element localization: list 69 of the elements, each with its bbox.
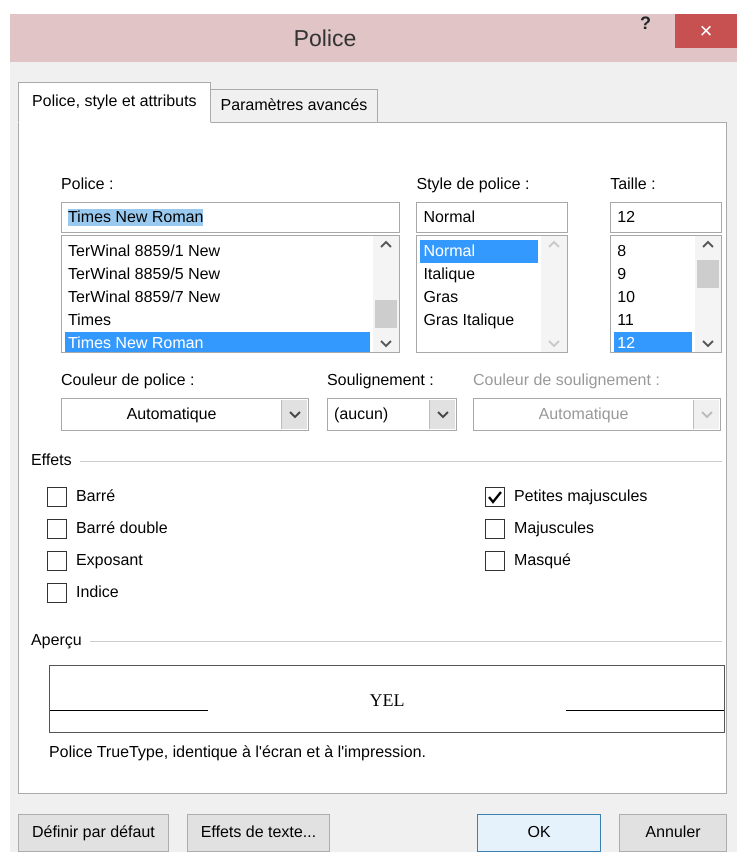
field-label: Soulignement :: [327, 371, 435, 391]
list-item[interactable]: 10: [614, 286, 692, 309]
field-text: Normal: [423, 209, 475, 226]
field-label: Police :: [61, 175, 114, 195]
checkbox-label: Exposant: [76, 551, 143, 571]
dropdown[interactable]: Automatique: [61, 398, 309, 431]
scrollbar-thumb[interactable]: [697, 260, 719, 288]
dialog-button[interactable]: Annuler: [619, 814, 727, 852]
dialog-button[interactable]: Définir par défaut: [18, 814, 169, 852]
checkbox[interactable]: [47, 519, 67, 539]
list-item[interactable]: TerWinal 8859/1 New: [65, 240, 370, 263]
field-text: 12: [617, 209, 635, 226]
help-button[interactable]: ?: [640, 14, 651, 32]
input-field[interactable]: 12: [610, 202, 722, 233]
dropdown-caret-icon: [700, 410, 712, 418]
input-field[interactable]: Times New Roman: [61, 202, 400, 233]
checkbox-label: Petites majuscules: [514, 487, 648, 507]
scroll-down-icon: [380, 340, 392, 348]
scrollbar-thumb[interactable]: [375, 300, 398, 328]
list-box[interactable]: 8 9 10 11 12: [610, 235, 722, 353]
window-title: Police: [292, 24, 358, 53]
checkbox[interactable]: [47, 487, 67, 507]
dialog-button[interactable]: OK: [477, 814, 601, 852]
checkbox-label: Indice: [76, 583, 119, 603]
list-item[interactable]: Gras Italique: [420, 309, 538, 332]
checkbox-label: Barré: [76, 487, 116, 507]
checkbox-label: Masqué: [514, 551, 571, 571]
field-label: Taille :: [610, 175, 657, 195]
tab[interactable]: Police, style et attributs: [18, 82, 211, 123]
checkmark-icon: [486, 490, 503, 504]
tab[interactable]: Paramètres avancés: [210, 89, 378, 123]
scroll-up-icon: [702, 240, 714, 248]
list-item[interactable]: 8: [614, 240, 692, 263]
scroll-down-icon: [702, 340, 714, 348]
input-field[interactable]: Normal: [416, 202, 568, 233]
scrollbar[interactable]: [373, 236, 400, 352]
checkbox[interactable]: [47, 583, 67, 603]
checkbox[interactable]: [47, 551, 67, 571]
preview-note: Police TrueType, identique à l'écran et à l'impression.: [49, 743, 427, 763]
list-box[interactable]: Normal Italique Gras Gras Italique: [416, 235, 568, 353]
list-item[interactable]: TerWinal 8859/7 New: [65, 286, 370, 309]
field-label: Couleur de soulignement :: [473, 371, 661, 391]
dropdown-caret-icon: [288, 410, 300, 418]
list-box[interactable]: TerWinal 8859/1 New TerWinal 8859/5 New TerWinal 8859/7 New Times Times New Roman: [61, 235, 400, 353]
dialog-button[interactable]: Effets de texte...: [186, 814, 330, 852]
list-item[interactable]: Times: [65, 309, 370, 332]
field-text: Times New Roman: [68, 209, 204, 226]
checkbox[interactable]: [484, 519, 505, 539]
list-item[interactable]: 9: [614, 263, 692, 286]
preview-sample: YEL: [370, 688, 404, 712]
section-title: Effets: [31, 451, 72, 471]
scroll-up-icon: [548, 240, 560, 248]
close-button[interactable]: ×: [675, 14, 737, 48]
scroll-down-icon: [548, 340, 560, 348]
checkbox-label: Majuscules: [514, 519, 594, 539]
field-label: Couleur de police :: [61, 371, 196, 391]
scroll-up-icon: [380, 240, 392, 248]
checkbox[interactable]: [484, 487, 505, 507]
dropdown[interactable]: (aucun): [327, 398, 457, 431]
scrollbar[interactable]: [695, 236, 721, 352]
section-title: Aperçu: [31, 631, 82, 651]
dropdown-caret-icon: [436, 410, 448, 418]
list-item[interactable]: 11: [614, 309, 692, 332]
list-item[interactable]: Gras: [420, 286, 538, 309]
checkbox[interactable]: [484, 551, 505, 571]
list-item[interactable]: Italique: [420, 263, 538, 286]
checkbox-label: Barré double: [76, 519, 168, 539]
field-label: Style de police :: [416, 175, 530, 195]
list-item[interactable]: TerWinal 8859/5 New: [65, 263, 370, 286]
